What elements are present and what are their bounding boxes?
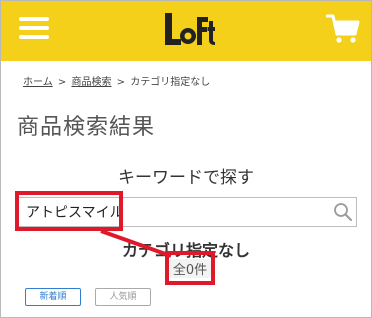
breadcrumb: ホーム > 商品検索 > カテゴリ指定なし [23, 73, 210, 88]
hamburger-menu-icon[interactable] [19, 15, 49, 41]
search-heading: キーワードで探す [118, 168, 254, 188]
loft-logo[interactable] [161, 7, 215, 51]
breadcrumb-separator: > [57, 77, 67, 88]
search-icon[interactable] [333, 202, 353, 222]
breadcrumb-separator: > [116, 77, 126, 88]
breadcrumb-home-link[interactable]: ホーム [23, 77, 53, 88]
sort-new-button[interactable]: 新着順 [25, 288, 81, 306]
annotation-highlight-search [15, 191, 123, 231]
breadcrumb-search-link[interactable]: 商品検索 [71, 77, 111, 88]
page-title: 商品検索結果 [17, 115, 156, 140]
annotation-highlight-count [165, 251, 215, 285]
breadcrumb-current: カテゴリ指定なし [130, 77, 211, 88]
shopping-cart-icon[interactable] [326, 13, 360, 45]
sort-popular-button[interactable]: 人気順 [95, 288, 151, 306]
page-frame: ホーム > 商品検索 > カテゴリ指定なし 商品検索結果 キーワードで探す カテ… [0, 0, 372, 318]
site-header [1, 1, 371, 61]
